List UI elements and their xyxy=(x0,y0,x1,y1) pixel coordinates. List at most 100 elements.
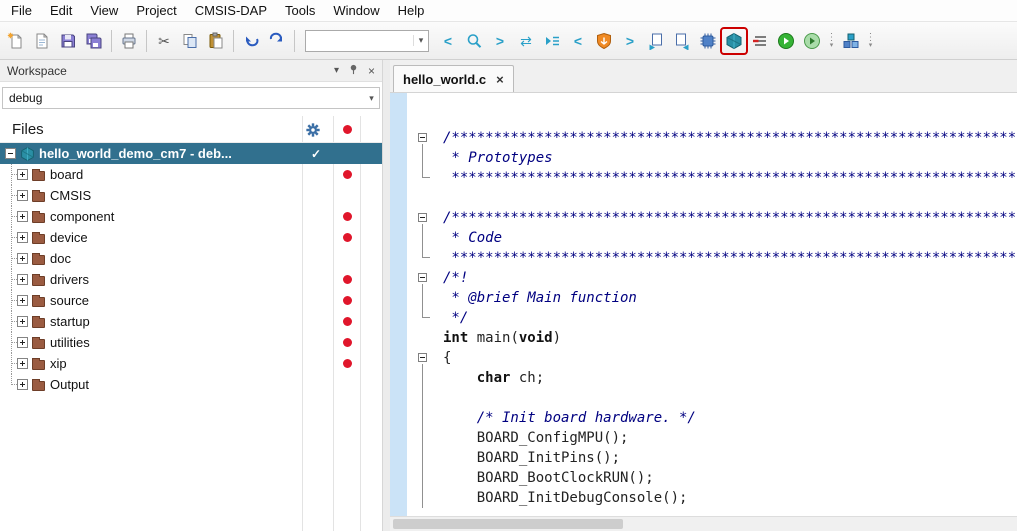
code-line[interactable] xyxy=(407,188,1017,208)
menu-project[interactable]: Project xyxy=(127,1,185,20)
toolbar-grip[interactable]: ⋮▾ xyxy=(865,29,876,53)
code-line[interactable]: * Code xyxy=(407,228,1017,248)
menu-file[interactable]: File xyxy=(2,1,41,20)
incremental-find-icon[interactable]: ⇄ xyxy=(514,29,538,53)
code-line[interactable]: * Prototypes xyxy=(407,148,1017,168)
find-text-combobox[interactable]: ▾ xyxy=(305,30,429,52)
code-line[interactable] xyxy=(407,388,1017,408)
open-file-icon[interactable] xyxy=(30,29,54,53)
new-file-icon[interactable] xyxy=(4,29,28,53)
undo-icon[interactable] xyxy=(239,29,263,53)
redo-icon[interactable] xyxy=(265,29,289,53)
code-line[interactable]: BOARD_ConfigMPU(); xyxy=(407,428,1017,448)
options-for-target-icon[interactable] xyxy=(748,29,772,53)
previous-bookmark-icon[interactable]: < xyxy=(566,29,590,53)
cut-icon[interactable]: ✂ xyxy=(152,29,176,53)
tree-item-utilities[interactable]: utilities xyxy=(0,332,382,353)
menu-tools[interactable]: Tools xyxy=(276,1,324,20)
tree-item-output[interactable]: Output xyxy=(0,374,382,395)
tree-item-xip[interactable]: xip xyxy=(0,353,382,374)
code-line[interactable]: ****************************************… xyxy=(407,168,1017,188)
code-line[interactable]: int main(void) xyxy=(407,328,1017,348)
run-icon[interactable] xyxy=(774,29,798,53)
code-line[interactable]: { xyxy=(407,348,1017,368)
print-icon[interactable] xyxy=(117,29,141,53)
collapse-icon[interactable] xyxy=(5,148,16,159)
code-line[interactable]: ****************************************… xyxy=(407,248,1017,268)
expand-icon[interactable] xyxy=(17,337,28,348)
expand-icon[interactable] xyxy=(17,295,28,306)
build-config-dropdown[interactable]: debug ▾ xyxy=(2,87,380,109)
expand-icon[interactable] xyxy=(17,211,28,222)
tree-item-doc[interactable]: doc xyxy=(0,248,382,269)
fold-gutter[interactable] xyxy=(407,208,443,228)
expand-icon[interactable] xyxy=(17,358,28,369)
expand-icon[interactable] xyxy=(17,253,28,264)
code-lines[interactable]: /***************************************… xyxy=(407,93,1017,516)
scrollbar-thumb[interactable] xyxy=(393,519,623,529)
next-bookmark-icon[interactable]: > xyxy=(618,29,642,53)
selection-margin[interactable] xyxy=(390,93,407,516)
copy-icon[interactable] xyxy=(178,29,202,53)
code-line[interactable]: /* Init board hardware. */ xyxy=(407,408,1017,428)
fold-gutter[interactable] xyxy=(407,268,443,288)
tree-item-cmsis[interactable]: CMSIS xyxy=(0,185,382,206)
code-line[interactable]: BOARD_InitDebugConsole(); xyxy=(407,488,1017,508)
close-panel-icon[interactable]: × xyxy=(368,65,375,77)
toolbar-grip[interactable]: ⋮▾ xyxy=(826,29,837,53)
expand-icon[interactable] xyxy=(17,316,28,327)
tree-item-source[interactable]: source xyxy=(0,290,382,311)
tree-item-device[interactable]: device xyxy=(0,227,382,248)
code-line[interactable]: /***************************************… xyxy=(407,208,1017,228)
paste-icon[interactable] xyxy=(204,29,228,53)
tree-item-component[interactable]: component xyxy=(0,206,382,227)
pin-icon[interactable] xyxy=(348,64,359,78)
expand-icon[interactable] xyxy=(17,232,28,243)
code-line[interactable]: /*! xyxy=(407,268,1017,288)
expand-icon[interactable] xyxy=(17,379,28,390)
save-all-icon[interactable] xyxy=(82,29,106,53)
save-icon[interactable] xyxy=(56,29,80,53)
horizontal-scrollbar[interactable] xyxy=(390,516,1017,531)
menu-edit[interactable]: Edit xyxy=(41,1,81,20)
menu-window[interactable]: Window xyxy=(324,1,388,20)
code-line[interactable]: */ xyxy=(407,308,1017,328)
tree-root-hello-world-demo-cm7-deb[interactable]: hello_world_demo_cm7 - deb...✓ xyxy=(0,143,382,164)
code-line[interactable]: /***************************************… xyxy=(407,128,1017,148)
pack-installer-icon[interactable] xyxy=(722,29,746,53)
fold-gutter[interactable] xyxy=(407,348,443,368)
panel-menu-icon[interactable]: ▾ xyxy=(334,66,339,76)
find-icon[interactable] xyxy=(462,29,486,53)
bookmark-icon[interactable] xyxy=(592,29,616,53)
menu-help[interactable]: Help xyxy=(389,1,434,20)
expand-icon[interactable] xyxy=(17,274,28,285)
find-next-icon[interactable]: > xyxy=(488,29,512,53)
code-line[interactable]: char ch; xyxy=(407,368,1017,388)
tree-item-board[interactable]: board xyxy=(0,164,382,185)
close-tab-icon[interactable]: × xyxy=(496,72,504,87)
previous-reference-icon[interactable] xyxy=(644,29,668,53)
fold-collapse-icon[interactable] xyxy=(418,273,427,282)
find-in-files-icon[interactable] xyxy=(540,29,564,53)
chevron-down-icon[interactable]: ▾ xyxy=(364,88,379,108)
menu-view[interactable]: View xyxy=(81,1,127,20)
memory-window-icon[interactable] xyxy=(696,29,720,53)
expand-icon[interactable] xyxy=(17,190,28,201)
fold-collapse-icon[interactable] xyxy=(418,213,427,222)
tree-item-drivers[interactable]: drivers xyxy=(0,269,382,290)
code-line[interactable]: * @brief Main function xyxy=(407,288,1017,308)
find-previous-icon[interactable]: < xyxy=(436,29,460,53)
code-line[interactable]: BOARD_BootClockRUN(); xyxy=(407,468,1017,488)
panel-splitter[interactable] xyxy=(383,60,390,531)
tree-item-startup[interactable]: startup xyxy=(0,311,382,332)
fold-gutter[interactable] xyxy=(407,128,443,148)
menu-cmsis-dap[interactable]: CMSIS-DAP xyxy=(186,1,276,20)
tab-hello-world-c[interactable]: hello_world.c × xyxy=(393,65,514,92)
manage-components-icon[interactable] xyxy=(839,29,863,53)
code-line[interactable]: BOARD_InitPins(); xyxy=(407,448,1017,468)
next-reference-icon[interactable] xyxy=(670,29,694,53)
fold-collapse-icon[interactable] xyxy=(418,353,427,362)
start-debug-icon[interactable] xyxy=(800,29,824,53)
expand-icon[interactable] xyxy=(17,169,28,180)
fold-collapse-icon[interactable] xyxy=(418,133,427,142)
